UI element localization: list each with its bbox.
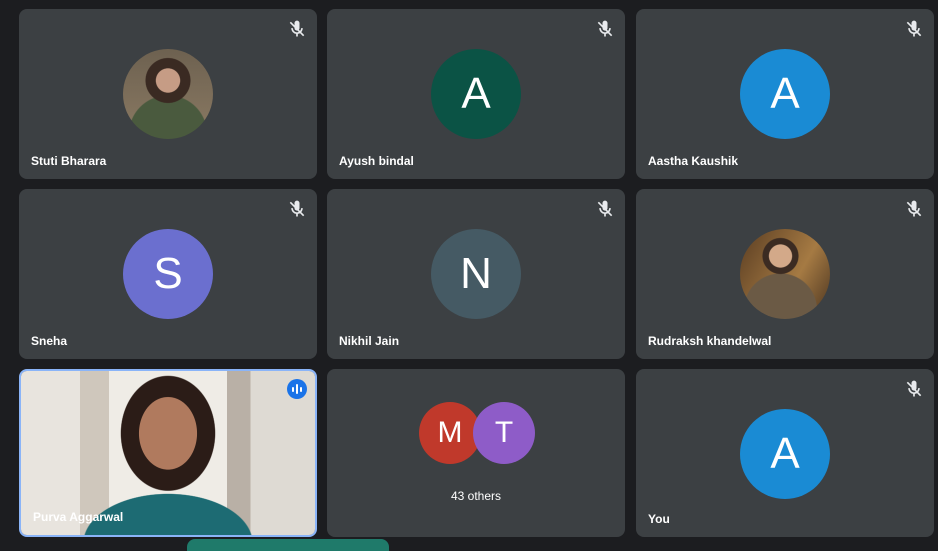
participant-name: Nikhil Jain [339,334,400,348]
mic-off-icon [906,20,922,37]
others-count: 43 others [450,489,502,503]
participant-tile[interactable]: A Aastha Kaushik [636,9,934,179]
self-avatar: A [740,409,830,499]
participant-tile[interactable]: A Ayush bindal [327,9,625,179]
participant-name: Rudraksh khandelwal [648,334,772,348]
others-avatar: M [419,402,481,464]
mic-off-icon [906,380,922,397]
speaking-indicator-icon [287,379,307,399]
others-avatar: T [473,402,535,464]
mic-off-icon [289,20,305,37]
bottom-bar[interactable] [187,539,389,551]
participant-tile[interactable]: Rudraksh khandelwal [636,189,934,359]
mic-off-icon [906,200,922,217]
mic-off-icon [597,20,613,37]
others-tile[interactable]: M T 43 others [327,369,625,537]
participant-avatar: S [123,229,213,319]
participant-name: Stuti Bharara [31,154,107,168]
participant-avatar: N [431,229,521,319]
participant-photo [740,229,830,319]
participant-name: Ayush bindal [339,154,414,168]
mic-off-icon [597,200,613,217]
self-tile[interactable]: A You [636,369,934,537]
participant-tile[interactable]: S Sneha [19,189,317,359]
participant-tile[interactable]: N Nikhil Jain [327,189,625,359]
participant-tile[interactable]: Stuti Bharara [19,9,317,179]
self-name: You [648,512,670,526]
mic-off-icon [289,200,305,217]
participant-photo [123,49,213,139]
participant-name: Aastha Kaushik [648,154,739,168]
participant-avatar: A [740,49,830,139]
participant-avatar: A [431,49,521,139]
participant-name: Sneha [31,334,68,348]
participant-tile-speaking[interactable]: Purva Aggarwal [19,369,317,537]
participant-name: Purva Aggarwal [33,510,124,524]
